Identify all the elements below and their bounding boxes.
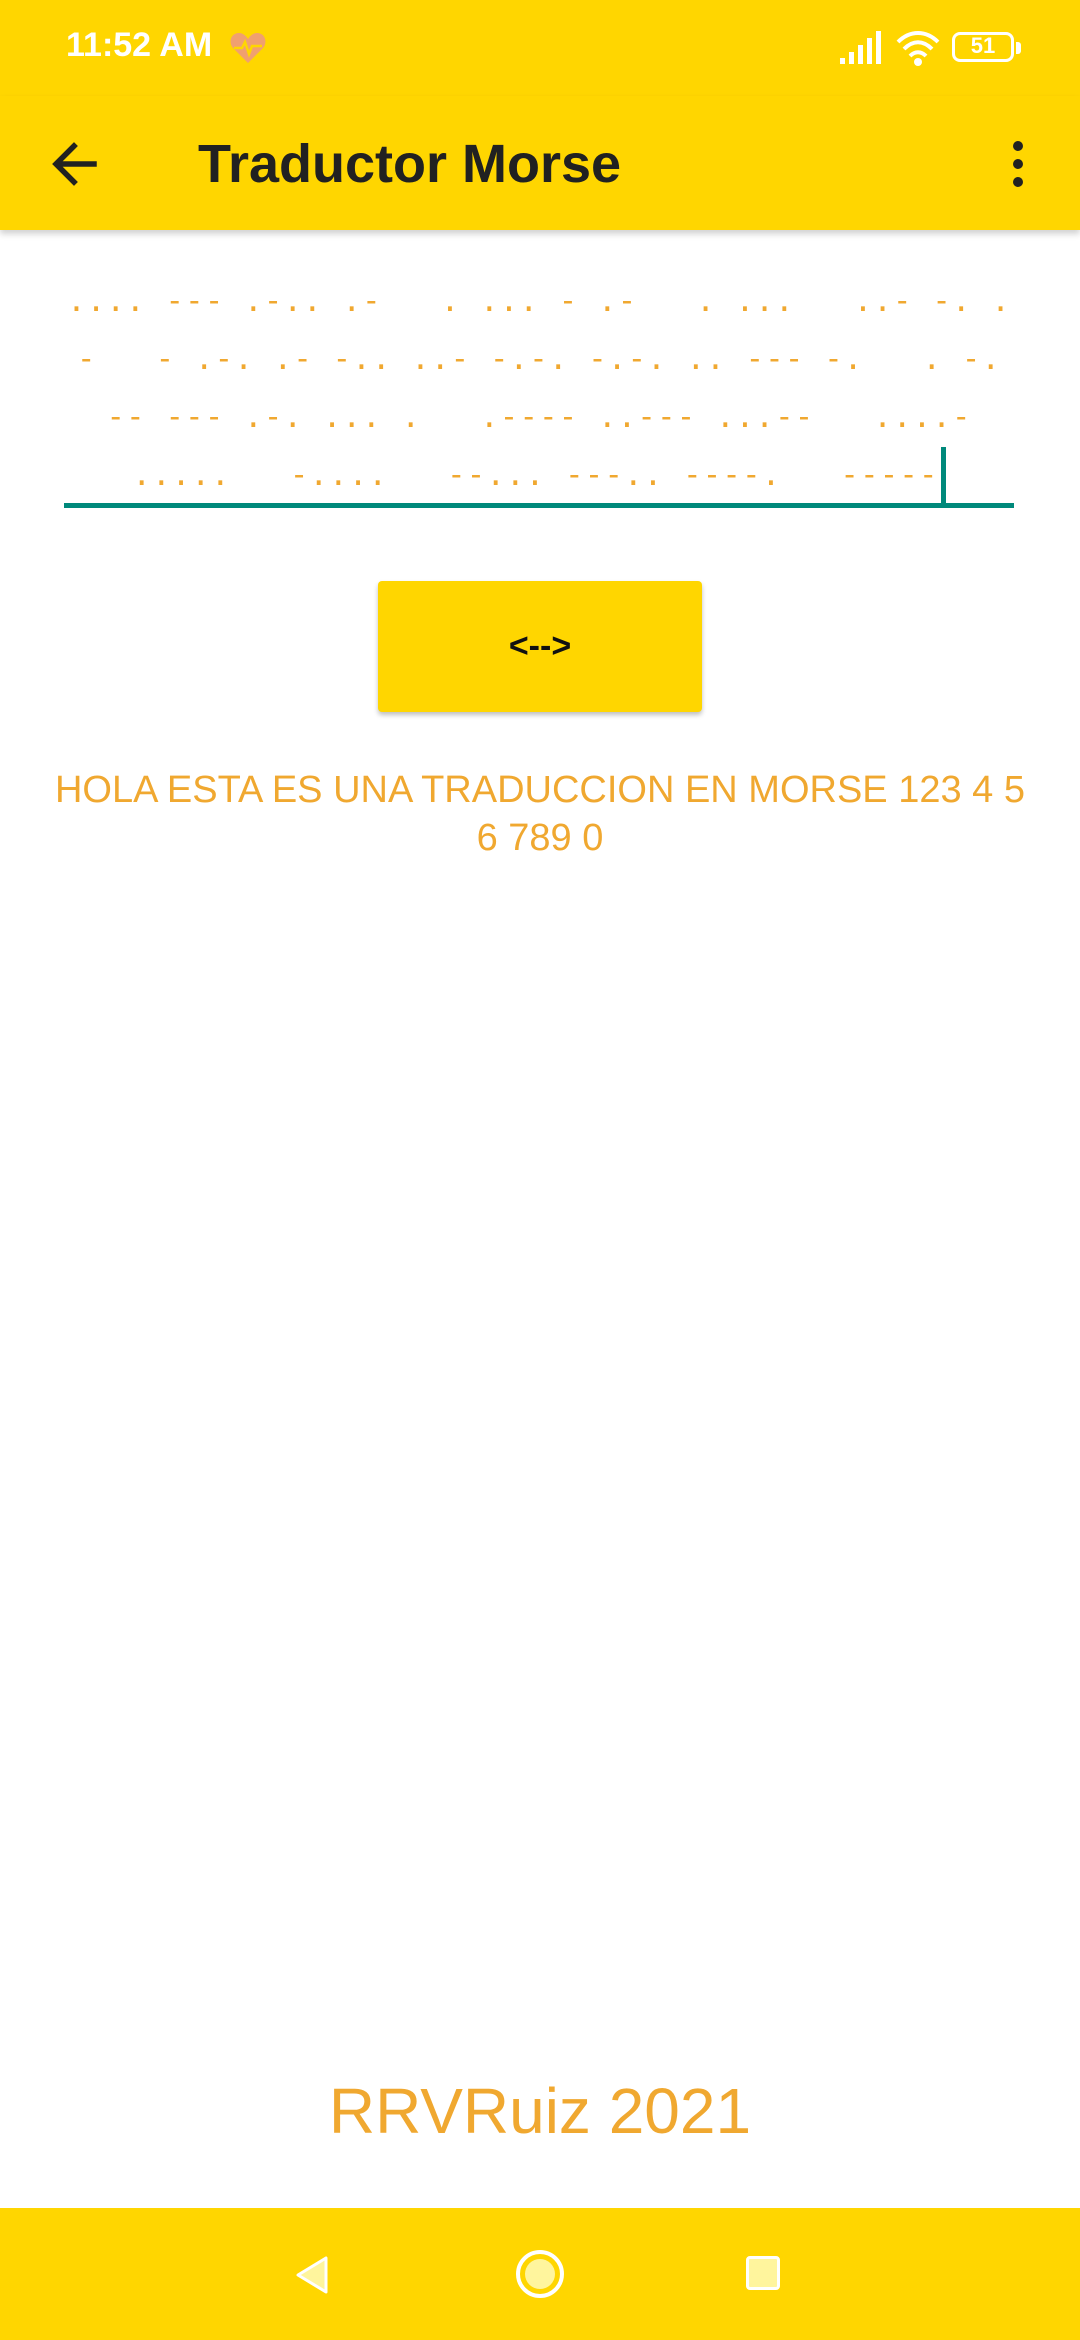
nav-home-icon[interactable] [514,2248,566,2300]
more-vert-icon[interactable] [998,124,1038,204]
arrow-left-icon[interactable] [36,124,116,204]
morse-input-text: .... --- .-.. .- . ... - .- . ... ..- -.… [67,283,1061,493]
heart-monitor-icon [230,33,266,63]
battery-icon: 51 [952,32,1021,62]
morse-input[interactable]: .... --- .-.. .- . ... - .- . ... ..- -.… [64,272,1014,507]
footer-credit: RRVRuiz 2021 [328,2075,752,2147]
status-time: 11:52 AM [66,26,213,64]
input-underline [64,503,1014,508]
nav-recents-icon[interactable] [746,2256,780,2290]
app-bar: Traductor Morse [0,96,1080,230]
signal-icon [840,31,881,64]
battery-level: 51 [970,33,996,58]
status-bar: 11:52 AM 51 [0,0,1080,96]
page-title: Traductor Morse [198,134,622,194]
text-cursor [940,446,946,507]
navigation-bar [0,2208,1080,2340]
translate-button[interactable]: <--> [378,581,702,712]
wifi-icon [896,31,940,66]
screen: 11:52 AM 51 Traductor Morse .... --- .-.… [0,0,1080,2340]
nav-back-icon[interactable] [290,2252,336,2298]
translation-output: HOLA ESTA ES UNA TRADUCCION EN MORSE 123… [54,769,1025,859]
